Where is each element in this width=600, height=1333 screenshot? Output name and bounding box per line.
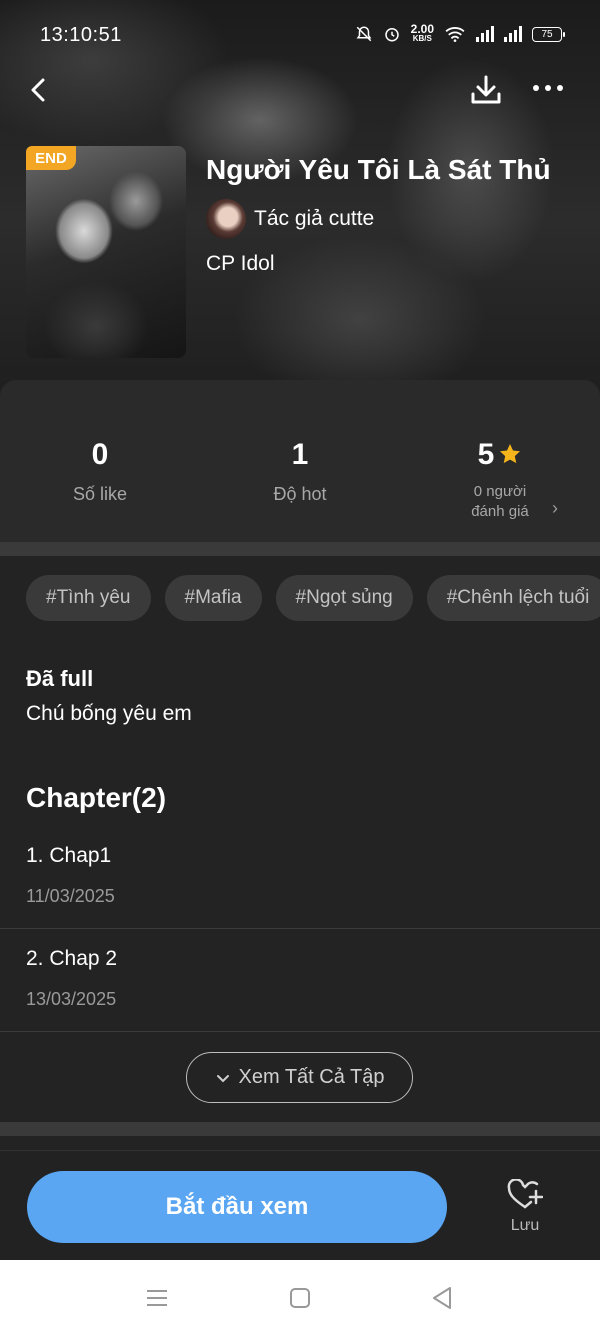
chapter-item[interactable]: 2. Chap 2 13/03/2025	[0, 929, 600, 1032]
likes-label: Số like	[72, 484, 128, 504]
stats-panel: 0 Số like 1 Độ hot 5 0 người đánh giá ›	[0, 380, 600, 542]
signal-icon-2	[504, 26, 522, 42]
heart-plus-icon	[507, 1179, 543, 1209]
status-heading: Đã full	[26, 666, 94, 691]
rating-count-label: 0 người	[473, 483, 527, 500]
rating-text-label: đánh giá	[471, 503, 529, 520]
see-all-label: Xem Tất Cả Tập	[238, 1066, 385, 1088]
likes-stat: 0 Số like	[0, 438, 200, 505]
author-link[interactable]: Tác giả cutte	[206, 199, 374, 239]
rating-stat[interactable]: 5 0 người đánh giá	[400, 438, 600, 522]
start-reading-button[interactable]: Bắt đầu xem	[27, 1171, 447, 1243]
network-speed: 2.00 KB/S	[410, 22, 434, 43]
back-arrow-icon[interactable]	[24, 74, 54, 106]
save-label: Lưu	[510, 1217, 540, 1234]
tag-chip[interactable]: #Mafia	[164, 575, 262, 621]
status-time: 13:10:51	[40, 24, 122, 46]
system-nav-bar	[0, 1260, 600, 1333]
rating-value: 5	[477, 438, 495, 471]
more-options-icon[interactable]	[533, 78, 573, 98]
author-avatar	[206, 199, 246, 239]
star-icon	[500, 444, 521, 464]
story-description: Chú bống yêu em	[26, 702, 192, 725]
chevron-right-icon[interactable]: ›	[552, 498, 558, 519]
status-icons: 2.00 KB/S 75	[355, 22, 565, 44]
hot-stat: 1 Độ hot	[200, 438, 400, 505]
home-icon[interactable]	[286, 1284, 314, 1312]
top-bar	[0, 70, 600, 110]
author-name: Tác giả cutte	[254, 207, 375, 230]
chapter-item[interactable]: 1. Chap1 11/03/2025	[0, 826, 600, 929]
save-button[interactable]: Lưu	[498, 1179, 552, 1235]
chapter-date: 11/03/2025	[26, 886, 115, 906]
hot-label: Độ hot	[273, 484, 327, 504]
wifi-icon	[445, 27, 465, 42]
section-divider	[0, 1122, 600, 1136]
see-all-chapters-button[interactable]: Xem Tất Cả Tập	[186, 1052, 413, 1103]
story-category: CP Idol	[206, 252, 275, 275]
chapter-name: 1. Chap1	[26, 844, 112, 867]
bell-off-icon	[356, 26, 372, 42]
status-bar: 13:10:51 2.00 KB/S 75	[0, 22, 600, 52]
likes-count: 0	[91, 438, 109, 471]
story-cover-image	[26, 146, 186, 358]
back-icon[interactable]	[428, 1284, 456, 1312]
hot-count: 1	[291, 438, 309, 471]
chevron-down-icon	[216, 1074, 229, 1082]
signal-icon	[476, 26, 494, 42]
chapters-heading: Chapter(2)	[26, 782, 167, 813]
alarm-icon	[384, 28, 399, 42]
tag-chip[interactable]: #Ngọt sủng	[275, 575, 413, 621]
bottom-action-bar: Bắt đầu xem Lưu	[0, 1150, 600, 1260]
download-icon[interactable]	[468, 72, 504, 108]
menu-icon[interactable]	[143, 1284, 171, 1312]
tag-list: #Tình yêu #Mafia #Ngọt sủng #Chênh lệch …	[26, 575, 600, 621]
chapter-date: 13/03/2025	[26, 989, 117, 1009]
section-divider	[0, 542, 600, 556]
battery-icon: 75	[532, 26, 565, 42]
story-title: Người Yêu Tôi Là Sát Thủ	[206, 154, 551, 185]
tag-chip[interactable]: #Chênh lệch tuổi	[426, 575, 600, 621]
tag-chip[interactable]: #Tình yêu	[26, 575, 151, 621]
end-badge: END	[26, 146, 76, 170]
chapter-name: 2. Chap 2	[26, 947, 118, 970]
